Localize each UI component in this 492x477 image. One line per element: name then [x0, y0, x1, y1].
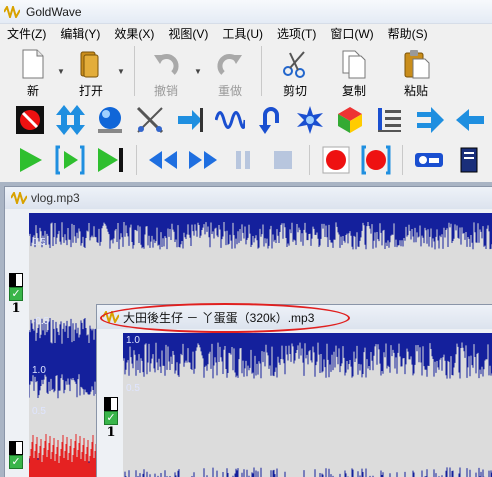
vertical-arrows-icon[interactable]: [52, 103, 88, 137]
paste-button[interactable]: 粘贴: [386, 43, 446, 99]
new-dropdown-arrow-icon[interactable]: ▼: [54, 43, 68, 99]
stop-sign-icon[interactable]: [12, 103, 48, 137]
toolbar-separator: [402, 145, 403, 175]
window-title: GoldWave: [26, 4, 82, 19]
open-label: 打开: [78, 84, 103, 98]
left-arrow-icon[interactable]: [452, 103, 488, 137]
channel-controls: ✓ 1 ✓: [5, 213, 29, 477]
channel-select-icon[interactable]: [9, 273, 23, 287]
channel-number: 1: [106, 425, 116, 440]
channel-toggle[interactable]: ✓ 1: [9, 273, 25, 316]
new-button[interactable]: 新: [12, 43, 54, 99]
clipboard-paste-icon: [399, 47, 433, 80]
redo-label: 重做: [217, 84, 242, 98]
channel-check-icon[interactable]: ✓: [9, 455, 23, 469]
toolbar-separator: [261, 46, 262, 96]
waveform-graphic: [123, 342, 492, 477]
stop-icon[interactable]: [265, 143, 301, 177]
undo-button[interactable]: 撤销: [141, 43, 191, 99]
play-icon[interactable]: [12, 143, 48, 177]
undo-label: 撤销: [153, 84, 178, 98]
paste-label: 粘贴: [403, 84, 428, 98]
trim-icon[interactable]: [132, 103, 168, 137]
pause-icon[interactable]: [225, 143, 261, 177]
menu-file[interactable]: 文件(Z): [0, 25, 53, 42]
goldwave-logo-icon: [11, 192, 27, 204]
document-title: vlog.mp3: [31, 191, 80, 205]
star-burst-icon[interactable]: [292, 103, 328, 137]
play-to-end-icon[interactable]: [92, 143, 128, 177]
rewind-icon[interactable]: [145, 143, 181, 177]
scissors-icon: [278, 47, 312, 80]
cube-icon[interactable]: [332, 103, 368, 137]
toolbar-separator: [134, 46, 135, 96]
fast-forward-icon[interactable]: [185, 143, 221, 177]
sphere-icon[interactable]: [92, 103, 128, 137]
cut-button[interactable]: 剪切: [268, 43, 322, 99]
new-document-icon: [16, 47, 50, 80]
new-label: 新: [26, 84, 39, 98]
main-toolbar: 新 ▼ 打开 ▼ 撤销 ▼ 重做 剪切 复制 粘贴: [0, 43, 492, 99]
record-selection-icon[interactable]: [358, 143, 394, 177]
copy-icon: [337, 47, 371, 80]
waveform-display[interactable]: 1.0 0.5: [123, 333, 492, 477]
redo-button[interactable]: 重做: [205, 43, 255, 99]
insert-arrow-icon[interactable]: [172, 103, 208, 137]
menu-view[interactable]: 视图(V): [161, 25, 215, 42]
channel-check-icon[interactable]: ✓: [9, 287, 23, 301]
workspace: vlog.mp3 ✓ 1 ✓ 0.5 -0.5 1.0 0.5 大田後生仔 － …: [0, 182, 492, 477]
channel-select-icon[interactable]: [104, 397, 118, 411]
note-list-icon[interactable]: [372, 103, 408, 137]
meter-icon[interactable]: [451, 143, 487, 177]
open-folder-icon: [74, 47, 108, 80]
sine-wave-icon[interactable]: [212, 103, 248, 137]
channel-select-icon[interactable]: [9, 441, 23, 455]
play-selection-icon[interactable]: [52, 143, 88, 177]
title-bar: GoldWave: [0, 0, 492, 24]
menu-options[interactable]: 选项(T): [270, 25, 323, 42]
menu-window[interactable]: 窗口(W): [323, 25, 380, 42]
channel-toggle-2[interactable]: ✓: [9, 441, 25, 469]
goldwave-logo-icon: [4, 5, 20, 18]
channel-toggle[interactable]: ✓ 1: [104, 397, 120, 440]
copy-label: 复制: [341, 84, 366, 98]
goldwave-logo-icon: [103, 311, 119, 323]
scale-label: 1.0: [32, 365, 46, 376]
scale-label: 1.0: [126, 335, 140, 346]
cut-label: 剪切: [282, 84, 307, 98]
undo-icon: [149, 47, 183, 80]
effects-toolbar: [0, 100, 492, 140]
double-arrow-icon[interactable]: [412, 103, 448, 137]
document-title: 大田後生仔 － 丫蛋蛋（320k）.mp3: [123, 310, 315, 325]
document-title-bar[interactable]: vlog.mp3: [5, 187, 492, 209]
scale-label: 0.5: [32, 406, 46, 417]
record-icon[interactable]: [318, 143, 354, 177]
transport-toolbar: [0, 140, 492, 180]
menu-help[interactable]: 帮助(S): [381, 25, 435, 42]
loop-back-icon[interactable]: [252, 103, 288, 137]
channel-number: 1: [11, 301, 21, 316]
scale-label: 0.5: [32, 237, 46, 248]
channel-check-icon[interactable]: ✓: [104, 411, 118, 425]
menu-tools[interactable]: 工具(U): [215, 25, 270, 42]
menu-bar: 文件(Z) 编辑(Y) 效果(X) 视图(V) 工具(U) 选项(T) 窗口(W…: [0, 24, 492, 42]
scale-label: -0.5: [32, 316, 50, 327]
menu-effects[interactable]: 效果(X): [107, 25, 161, 42]
redo-icon: [213, 47, 247, 80]
toolbar-separator: [136, 145, 137, 175]
document-window-song[interactable]: 大田後生仔 － 丫蛋蛋（320k）.mp3 ✓ 1 1.0 0.5: [96, 304, 492, 477]
copy-button[interactable]: 复制: [322, 43, 386, 99]
menu-edit[interactable]: 编辑(Y): [53, 25, 107, 42]
open-button[interactable]: 打开: [68, 43, 114, 99]
toolbar-separator: [309, 145, 310, 175]
toggle-icon[interactable]: [411, 143, 447, 177]
document-title-bar[interactable]: 大田後生仔 － 丫蛋蛋（320k）.mp3: [97, 305, 492, 329]
scale-label: 0.5: [126, 383, 140, 394]
undo-dropdown-arrow-icon[interactable]: ▼: [191, 43, 205, 99]
open-dropdown-arrow-icon[interactable]: ▼: [114, 43, 128, 99]
